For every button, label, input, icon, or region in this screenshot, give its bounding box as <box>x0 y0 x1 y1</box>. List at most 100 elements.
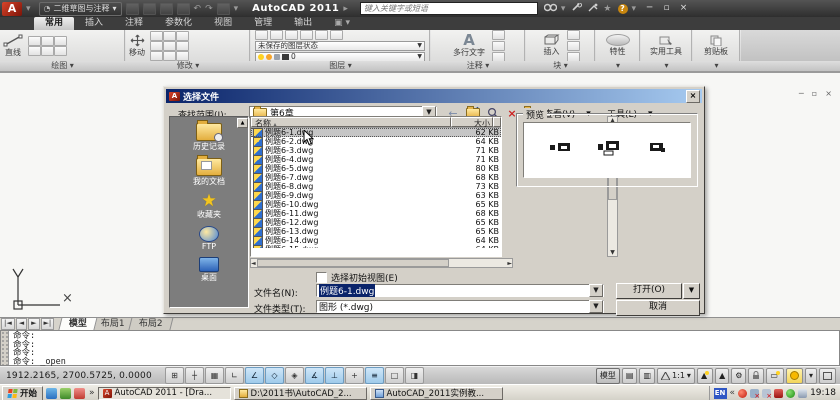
layer-select-dropdown[interactable]: 0 ▼ <box>255 52 425 62</box>
file-row[interactable]: 例题6-15.dwg64 KB <box>251 245 501 248</box>
table-tool-icon[interactable] <box>492 52 505 62</box>
ribbon-tab-insert[interactable]: 插入 <box>74 17 114 30</box>
tray-security-icon[interactable] <box>738 389 747 398</box>
rotate-tool-icon[interactable] <box>163 31 176 41</box>
properties-button[interactable]: 特性 <box>603 34 633 57</box>
layer-properties-icon[interactable] <box>255 30 268 40</box>
doc-close-button[interactable]: × <box>825 89 832 98</box>
search-dropdown-icon[interactable]: ▾ <box>561 4 566 14</box>
communication-center-icon[interactable] <box>588 3 599 15</box>
scroll-left-icon[interactable]: ◄ <box>251 260 256 267</box>
language-indicator[interactable]: EN <box>714 388 727 399</box>
place-favorites[interactable]: ★ 收藏夹 <box>197 193 221 220</box>
favorites-star-icon[interactable]: ★ <box>603 4 611 14</box>
file-list-horizontal-scrollbar[interactable]: ◄ ► <box>250 258 513 268</box>
tray-display-icon[interactable] <box>798 389 807 398</box>
layer-lock-icon[interactable] <box>315 30 328 40</box>
tray-clock[interactable]: 19:18 <box>810 388 836 398</box>
clipboard-panel-footer[interactable]: ▾ <box>693 61 740 71</box>
quick-view-drawings-icon[interactable]: ▥ <box>639 368 655 384</box>
grid-toggle[interactable]: ▦ <box>205 367 224 384</box>
plot-icon[interactable] <box>177 3 190 15</box>
tray-collapse-icon[interactable]: « <box>730 388 736 398</box>
hardware-acceleration-icon[interactable]: ▭ <box>766 368 784 384</box>
filetype-dropdown-icon[interactable]: ▼ <box>589 300 603 313</box>
quick-properties-toggle[interactable]: ◨ <box>405 367 424 384</box>
column-header-size[interactable]: 大小 <box>451 117 493 127</box>
lineweight-toggle[interactable]: ≡ <box>365 367 384 384</box>
new-file-icon[interactable] <box>126 3 139 15</box>
tray-audio-icon[interactable]: × <box>762 389 771 398</box>
snap-toggle[interactable]: ┼ <box>185 367 204 384</box>
hatch-tool-icon[interactable] <box>54 46 67 56</box>
block-panel-footer[interactable]: 块 ▾ <box>526 61 595 71</box>
leader-tool-icon[interactable] <box>492 41 505 51</box>
layer-isolate-icon[interactable] <box>285 30 298 40</box>
create-block-tool-icon[interactable] <box>567 30 580 40</box>
command-line-window[interactable]: 命令: 命令: 命令: 命令: _open <box>0 330 840 366</box>
filetype-combobox[interactable]: 图形 (*.dwg) ▼ <box>316 300 604 313</box>
tray-shield-icon[interactable] <box>774 389 783 398</box>
dynamic-ucs-toggle[interactable]: ⊥ <box>325 367 344 384</box>
search-binoculars-icon[interactable] <box>544 3 557 15</box>
application-menu-button[interactable]: A <box>2 2 22 16</box>
dimension-tool-icon[interactable] <box>492 30 505 40</box>
fillet-tool-icon[interactable] <box>163 41 176 51</box>
dialog-titlebar[interactable]: A 选择文件 × <box>166 89 702 103</box>
tray-updater-icon[interactable] <box>786 389 795 398</box>
ribbon-tab-parametric[interactable]: 参数化 <box>154 17 203 30</box>
filename-dropdown-icon[interactable]: ▼ <box>589 284 603 297</box>
open-button[interactable]: 打开(O) <box>616 283 682 299</box>
select-initial-view-checkbox[interactable] <box>316 272 327 283</box>
subscription-wrench-icon[interactable] <box>571 3 582 15</box>
quicklaunch-media-icon[interactable] <box>60 388 71 399</box>
layer-state-dropdown[interactable]: 未保存的图层状态 ▼ <box>255 41 425 51</box>
open-dropdown-button[interactable]: ▼ <box>683 283 700 299</box>
app-close-button[interactable]: × <box>676 3 691 15</box>
command-window-grip[interactable] <box>1 331 9 365</box>
place-history[interactable]: 历史记录 <box>193 123 225 152</box>
ribbon-tab-home[interactable]: 常用 <box>34 17 74 30</box>
ribbon-tab-annotate[interactable]: 注释 <box>114 17 154 30</box>
quicklaunch-overflow-icon[interactable]: » <box>89 388 95 398</box>
utilities-panel-footer[interactable]: ▾ <box>641 61 692 71</box>
dialog-close-button[interactable]: × <box>686 90 700 103</box>
qat-customize-dropdown-icon[interactable]: ▾ <box>234 4 239 14</box>
place-my-documents[interactable]: 我的文档 <box>193 158 225 187</box>
clipboard-button[interactable]: 剪贴板 <box>701 35 731 57</box>
print-icon[interactable] <box>217 3 230 15</box>
last-tab-button[interactable]: ►| <box>41 318 55 330</box>
layer-match-icon[interactable] <box>330 30 343 40</box>
place-ftp[interactable]: FTP <box>199 226 219 251</box>
status-overflow-dropdown-icon[interactable]: ▾ <box>805 368 817 384</box>
mtext-button[interactable]: A 多行文字 <box>450 33 488 58</box>
infer-constraints-toggle[interactable]: ⊞ <box>165 367 184 384</box>
scroll-down-icon[interactable]: ▼ <box>610 249 615 256</box>
object-snap-tracking-toggle[interactable]: ∡ <box>305 367 324 384</box>
save-file-icon[interactable] <box>160 3 173 15</box>
scroll-right-icon[interactable]: ► <box>507 260 512 267</box>
autoscale-icon[interactable]: ▲ <box>715 368 729 384</box>
column-header-name[interactable]: 名称 ▴ <box>251 117 451 127</box>
first-tab-button[interactable]: |◄ <box>1 318 15 330</box>
taskbar-task-explorer[interactable]: D:\2011书\AutoCAD_2... <box>234 387 367 400</box>
rectangle-tool-icon[interactable] <box>28 46 41 56</box>
ribbon-tab-manage[interactable]: 管理 <box>243 17 283 30</box>
transparency-toggle[interactable]: □ <box>385 367 404 384</box>
place-desktop[interactable]: 桌面 <box>199 257 219 283</box>
edit-block-tool-icon[interactable] <box>567 41 580 51</box>
quick-view-layouts-icon[interactable]: ▤ <box>622 368 638 384</box>
layers-panel-footer[interactable]: 图层 ▾ <box>251 61 430 71</box>
clean-screen-button[interactable] <box>819 368 836 384</box>
workspace-switching-gear-icon[interactable]: ⚙ <box>731 368 746 384</box>
layer-off-icon[interactable] <box>270 30 283 40</box>
column-header-partial[interactable] <box>493 117 501 127</box>
ellipse-tool-icon[interactable] <box>41 46 54 56</box>
layer-freeze-icon[interactable] <box>300 30 313 40</box>
object-snap-toggle[interactable]: ◇ <box>265 367 284 384</box>
copy-tool-icon[interactable] <box>150 31 163 41</box>
3d-object-snap-toggle[interactable]: ◈ <box>285 367 304 384</box>
ribbon-minimize-icon[interactable]: ▣ ▾ <box>323 17 361 30</box>
ortho-toggle[interactable]: ∟ <box>225 367 244 384</box>
move-tool-button[interactable]: 移动 <box>126 34 148 58</box>
